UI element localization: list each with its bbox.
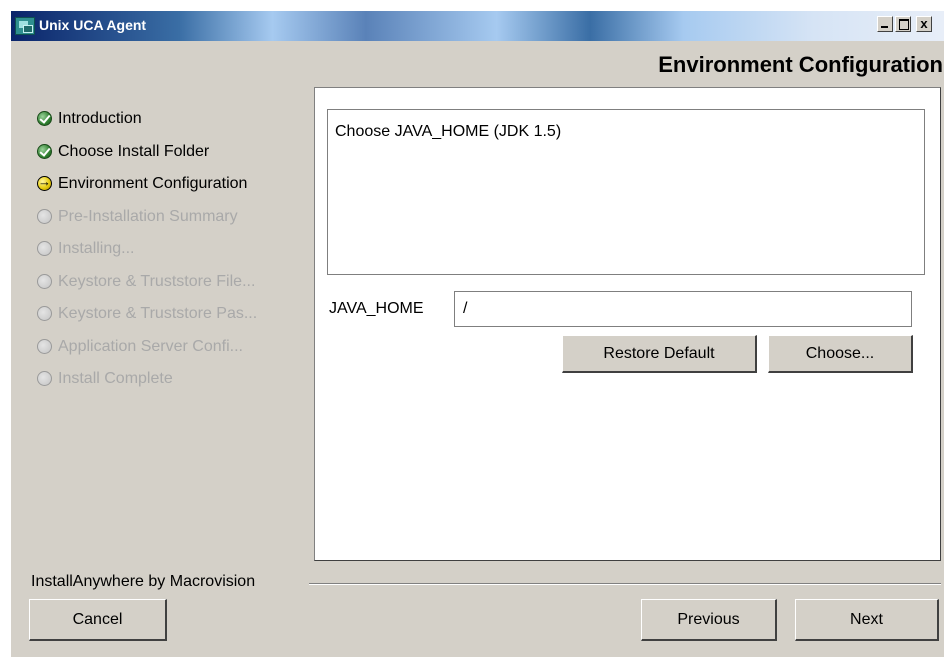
app-icon (15, 17, 35, 35)
empty-circle-icon (37, 306, 52, 321)
window-title: Unix UCA Agent (39, 17, 147, 33)
empty-circle-icon (37, 338, 52, 354)
empty-circle-icon (37, 241, 52, 256)
step-item: Pre-Installation Summary (11, 203, 311, 236)
instruction-text: Choose JAVA_HOME (JDK 1.5) (335, 123, 562, 140)
step-label: Keystore & Truststore File... (58, 272, 256, 290)
cancel-button[interactable]: Cancel (29, 599, 167, 641)
close-button[interactable]: x (916, 16, 932, 32)
empty-circle-icon (37, 371, 52, 386)
step-item: Choose Install Folder (11, 138, 311, 171)
step-label: Pre-Installation Summary (58, 207, 238, 225)
step-label: Application Server Confi... (58, 337, 243, 355)
previous-button[interactable]: Previous (641, 599, 777, 641)
step-item: Keystore & Truststore File... (11, 268, 311, 301)
page-title: Environment Configuration (658, 52, 943, 77)
installer-window: Unix UCA Agent x Environment Configurati… (10, 10, 944, 657)
checkmark-icon (37, 143, 52, 159)
step-item-current: Environment Configuration (11, 170, 311, 203)
step-item: Application Server Confi... (11, 333, 311, 366)
arrow-right-icon (37, 174, 52, 191)
step-list: Introduction Choose Install Folder Envir… (11, 105, 311, 398)
step-label: Installing... (58, 240, 135, 257)
restore-default-button[interactable]: Restore Default (562, 335, 757, 373)
brand-label: InstallAnywhere by Macrovision (31, 573, 256, 590)
empty-circle-icon (37, 273, 52, 289)
empty-circle-icon (37, 208, 52, 224)
step-item: Keystore & Truststore Pas... (11, 300, 311, 333)
choose-button[interactable]: Choose... (768, 335, 913, 373)
java-home-input[interactable] (454, 291, 912, 327)
message-area: Choose JAVA_HOME (JDK 1.5) (327, 109, 925, 275)
checkmark-icon (37, 111, 52, 126)
step-item: Installing... (11, 235, 311, 268)
java-home-label: JAVA_HOME (329, 300, 424, 317)
content-panel: Choose JAVA_HOME (JDK 1.5) JAVA_HOME Res… (314, 87, 941, 561)
title-bar[interactable]: Unix UCA Agent x (11, 11, 944, 41)
step-label: Introduction (58, 110, 142, 127)
minimize-button[interactable] (877, 16, 893, 32)
step-label: Keystore & Truststore Pas... (58, 305, 258, 322)
step-label: Install Complete (58, 370, 173, 387)
step-label: Choose Install Folder (58, 142, 210, 160)
close-icon: x (920, 16, 928, 31)
step-label: Environment Configuration (58, 175, 248, 192)
next-button[interactable]: Next (795, 599, 939, 641)
step-item: Install Complete (11, 365, 311, 398)
footer-divider (309, 583, 941, 585)
step-item: Introduction (11, 105, 311, 138)
maximize-button[interactable] (895, 16, 911, 32)
